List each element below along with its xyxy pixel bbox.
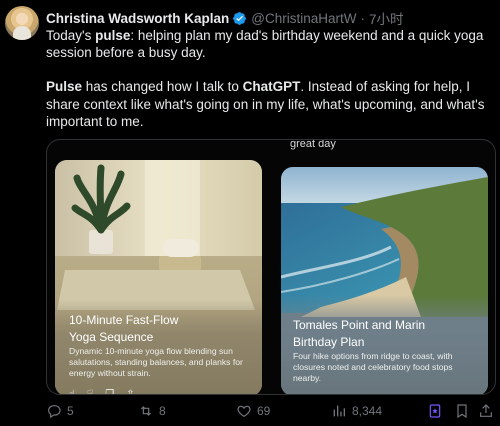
like-button[interactable]: 69 (236, 402, 270, 420)
tweet-paragraph-2: Pulse has changed how I talk to ChatGPT.… (46, 79, 485, 129)
reply-button[interactable]: 5 (46, 402, 74, 420)
yoga-card-actions: ☝ ☟ ❐ ⇧ (69, 389, 135, 394)
views-count: 8,344 (352, 404, 383, 418)
tweet-media[interactable]: great day 10-Minute Fast-Flow Yoga Seque… (46, 139, 496, 395)
media-top-caption: great day (290, 139, 336, 150)
hike-card-description: Four hike options from ridge to coast, w… (293, 351, 453, 384)
like-count: 69 (257, 404, 271, 418)
bookmark-filled-icon (429, 404, 441, 418)
views-button[interactable]: 8,344 (331, 402, 382, 420)
author-avatar[interactable] (5, 6, 39, 40)
repost-button[interactable]: 8 (138, 402, 166, 420)
share-icon[interactable]: ⇧ (126, 389, 134, 394)
thumbs-up-icon[interactable]: ☝ (69, 389, 75, 394)
yoga-card-title: 10-Minute Fast-Flow Yoga Sequence (69, 313, 179, 344)
hike-card[interactable]: Tomales Point and Marin Birthday Plan Fo… (281, 167, 488, 394)
author-name[interactable]: Christina Wadsworth Kaplan (46, 11, 229, 26)
hike-card-title: Tomales Point and Marin Birthday Plan (293, 318, 426, 349)
tweet-paragraph-1: Today's pulse: helping plan my dad's bir… (46, 28, 484, 61)
bookmark-button[interactable] (454, 402, 470, 420)
share-upload-icon (480, 404, 492, 417)
views-chart-icon (333, 405, 345, 417)
heart-icon (237, 405, 251, 418)
grok-button[interactable] (427, 402, 443, 420)
copy-icon[interactable]: ❐ (105, 389, 114, 394)
reply-icon (48, 405, 61, 419)
repost-icon (140, 406, 152, 416)
yoga-card[interactable]: 10-Minute Fast-Flow Yoga Sequence Dynami… (55, 160, 262, 394)
author-handle[interactable]: @ChristinaHartW (251, 11, 356, 26)
yoga-card-description: Dynamic 10-minute yoga flow blending sun… (69, 346, 243, 379)
tweet-actions: 5 8 69 8,344 (46, 402, 496, 422)
tweet-text: Today's pulse: helping plan my dad's bir… (46, 27, 494, 147)
reply-count: 5 (67, 404, 74, 418)
tweet-header: Christina Wadsworth Kaplan @ChristinaHar… (46, 8, 404, 28)
repost-count: 8 (159, 404, 166, 418)
share-button[interactable] (478, 402, 494, 420)
bookmark-icon (457, 404, 467, 419)
thumbs-down-icon[interactable]: ☟ (87, 389, 93, 394)
verified-badge-icon (233, 11, 247, 25)
post-time[interactable]: 7小时 (369, 8, 404, 28)
time-separator: · (360, 10, 365, 26)
